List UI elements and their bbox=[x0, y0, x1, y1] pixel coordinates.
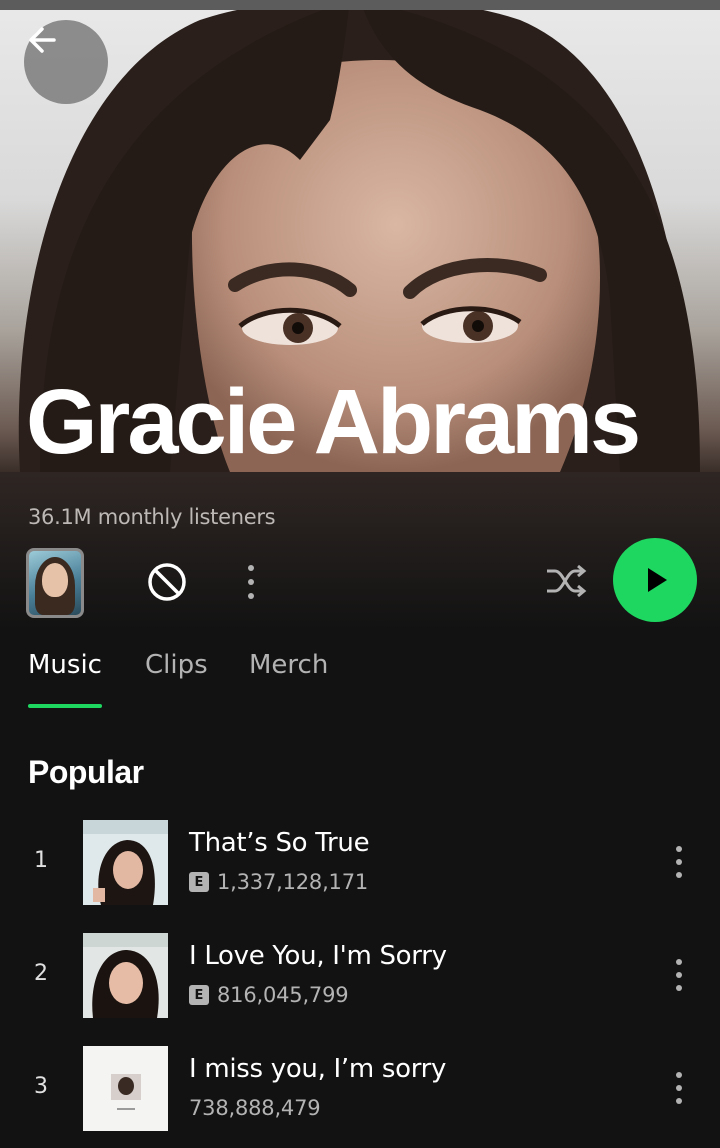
album-art bbox=[83, 1046, 168, 1131]
artist-hero-image: Gracie Abrams bbox=[0, 0, 720, 472]
track-row[interactable]: 1 That’s So True E 1,337,128,171 bbox=[0, 820, 720, 912]
arrow-left-icon bbox=[29, 27, 56, 53]
monthly-listeners: 36.1M monthly listeners bbox=[28, 505, 276, 529]
thumb-face bbox=[42, 563, 68, 597]
explicit-badge: E bbox=[189, 985, 209, 1005]
explicit-badge: E bbox=[189, 872, 209, 892]
artist-thumbnail[interactable] bbox=[26, 548, 84, 618]
album-cover-image bbox=[83, 933, 168, 1018]
track-meta: E 1,337,128,171 bbox=[189, 870, 368, 894]
header-band bbox=[0, 472, 720, 632]
track-title: I Love You, I'm Sorry bbox=[189, 941, 447, 971]
shuffle-icon[interactable] bbox=[543, 561, 589, 601]
play-count: 1,337,128,171 bbox=[217, 870, 369, 894]
play-button[interactable] bbox=[613, 538, 697, 622]
track-title: I miss you, I’m sorry bbox=[189, 1054, 447, 1084]
album-cover-image bbox=[83, 1046, 168, 1131]
more-vertical-icon[interactable] bbox=[668, 957, 690, 993]
section-title-popular: Popular bbox=[28, 754, 144, 790]
more-vertical-icon[interactable] bbox=[240, 562, 262, 602]
active-tab-indicator bbox=[28, 704, 102, 708]
tab-clips[interactable]: Clips bbox=[145, 650, 208, 680]
tab-music[interactable]: Music bbox=[28, 650, 102, 680]
track-row[interactable]: 3 I miss you, I’m sorry 738,888,479 bbox=[0, 1046, 720, 1138]
track-rank: 2 bbox=[34, 961, 48, 986]
track-rank: 1 bbox=[34, 848, 48, 873]
play-icon bbox=[648, 568, 667, 592]
back-button[interactable] bbox=[24, 20, 108, 104]
block-icon[interactable] bbox=[146, 561, 188, 603]
status-strip bbox=[0, 0, 720, 10]
more-vertical-icon[interactable] bbox=[668, 844, 690, 880]
play-count: 816,045,799 bbox=[217, 983, 349, 1007]
track-row[interactable]: 2 I Love You, I'm Sorry E 816,045,799 bbox=[0, 933, 720, 1025]
more-vertical-icon[interactable] bbox=[668, 1070, 690, 1106]
album-cover-image bbox=[83, 820, 168, 905]
track-rank: 3 bbox=[34, 1074, 48, 1099]
tab-merch[interactable]: Merch bbox=[249, 650, 328, 680]
album-art bbox=[83, 933, 168, 1018]
album-art bbox=[83, 820, 168, 905]
track-meta: E 816,045,799 bbox=[189, 983, 349, 1007]
track-title: That’s So True bbox=[189, 828, 370, 858]
track-meta: 738,888,479 bbox=[189, 1096, 321, 1120]
artist-name: Gracie Abrams bbox=[26, 371, 641, 472]
play-count: 738,888,479 bbox=[189, 1096, 321, 1120]
